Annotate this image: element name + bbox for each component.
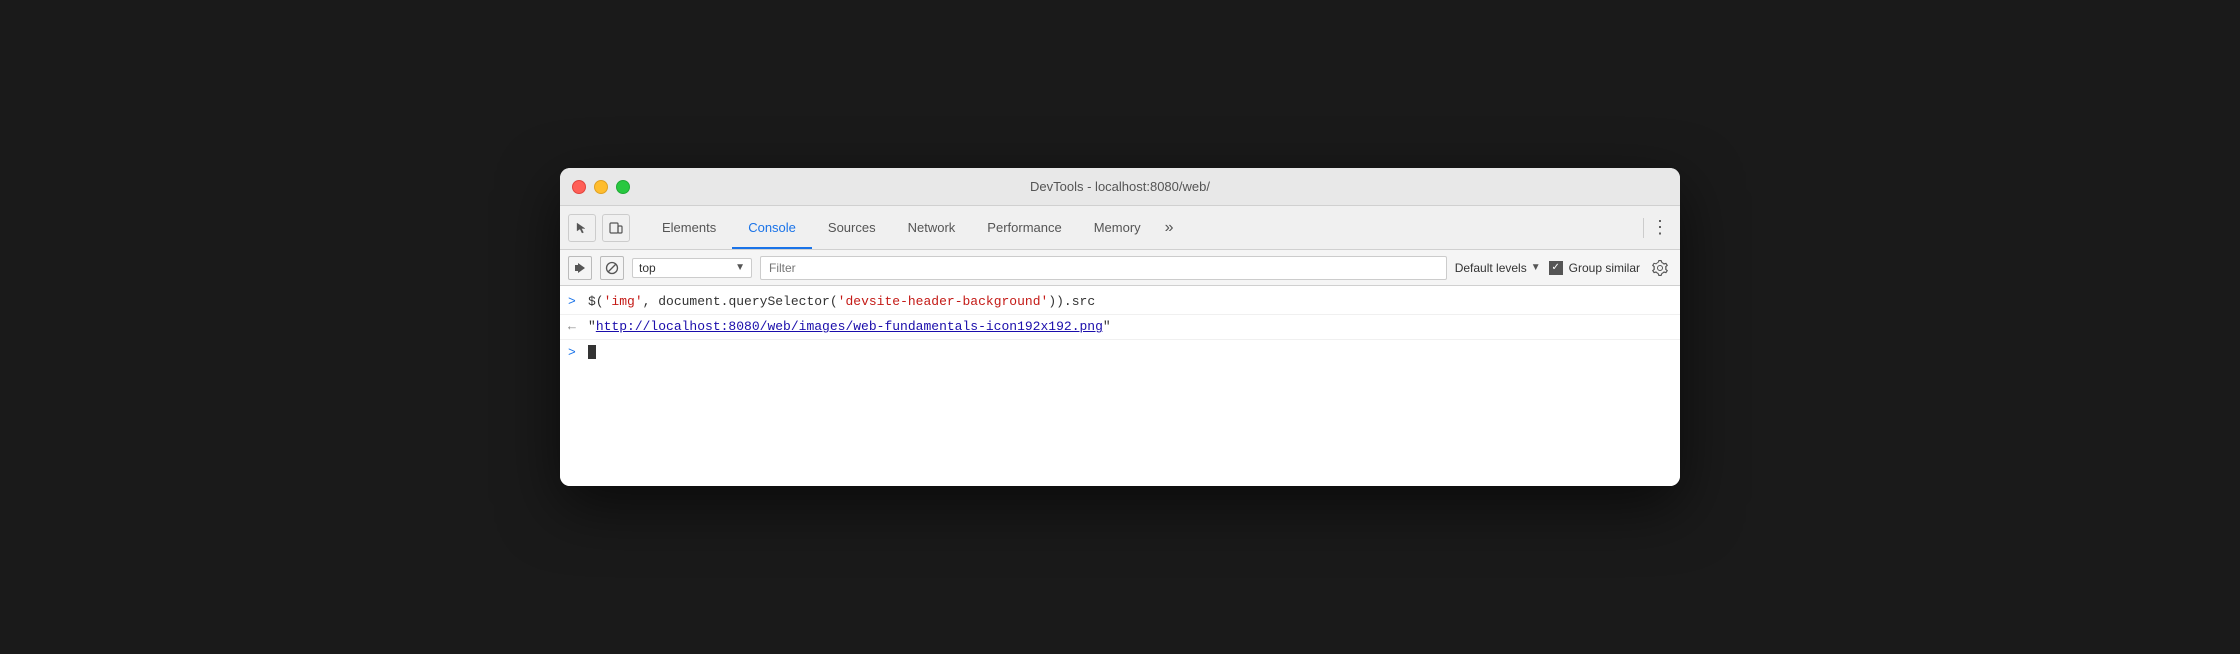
console-output-link[interactable]: http://localhost:8080/web/images/web-fun…	[596, 319, 1103, 334]
tab-elements[interactable]: Elements	[646, 206, 732, 249]
traffic-lights	[572, 180, 630, 194]
window-title: DevTools - localhost:8080/web/	[1030, 179, 1210, 194]
tab-network[interactable]: Network	[892, 206, 972, 249]
input-arrow: >	[568, 292, 588, 312]
console-output: > $('img', document.querySelector('devsi…	[560, 286, 1680, 486]
tab-memory[interactable]: Memory	[1078, 206, 1157, 249]
tabs: Elements Console Sources Network Perform…	[646, 206, 1639, 249]
settings-gear-button[interactable]	[1648, 256, 1672, 280]
devtools-window: DevTools - localhost:8080/web/ Elements	[560, 168, 1680, 486]
device-toggle-icon-button[interactable]	[602, 214, 630, 242]
context-dropdown-arrow: ▼	[735, 262, 745, 273]
divider	[1643, 218, 1644, 238]
console-input-content: $('img', document.querySelector('devsite…	[588, 292, 1672, 312]
group-similar-checkbox-group: ✓ Group similar	[1549, 261, 1640, 275]
group-similar-checkbox[interactable]: ✓	[1549, 261, 1563, 275]
devtools-icons	[568, 214, 630, 242]
tab-performance[interactable]: Performance	[971, 206, 1077, 249]
more-tabs-button[interactable]: »	[1157, 206, 1182, 249]
group-similar-label: Group similar	[1569, 261, 1640, 275]
close-button[interactable]	[572, 180, 586, 194]
tab-bar-end: ⋮	[1648, 216, 1672, 240]
cursor-icon-button[interactable]	[568, 214, 596, 242]
console-prompt-line: >	[560, 340, 1680, 364]
minimize-button[interactable]	[594, 180, 608, 194]
tab-console[interactable]: Console	[732, 206, 812, 249]
cursor[interactable]	[588, 345, 596, 359]
more-options-button[interactable]: ⋮	[1648, 216, 1672, 240]
block-icon-button[interactable]	[600, 256, 624, 280]
console-output-line: ← "http://localhost:8080/web/images/web-…	[560, 315, 1680, 340]
output-arrow: ←	[568, 317, 588, 337]
prompt-arrow: >	[568, 345, 588, 360]
console-input-line: > $('img', document.querySelector('devsi…	[560, 290, 1680, 315]
context-selector[interactable]: top ▼	[632, 258, 752, 278]
tab-sources[interactable]: Sources	[812, 206, 892, 249]
tab-bar: Elements Console Sources Network Perform…	[560, 206, 1680, 250]
maximize-button[interactable]	[616, 180, 630, 194]
title-bar: DevTools - localhost:8080/web/	[560, 168, 1680, 206]
log-levels-button[interactable]: Default levels ▼	[1455, 261, 1541, 275]
clear-console-button[interactable]	[568, 256, 592, 280]
console-toolbar: top ▼ Default levels ▼ ✓ Group similar	[560, 250, 1680, 286]
console-output-content: "http://localhost:8080/web/images/web-fu…	[588, 317, 1672, 337]
levels-dropdown-arrow: ▼	[1531, 262, 1541, 273]
filter-input[interactable]	[760, 256, 1447, 280]
